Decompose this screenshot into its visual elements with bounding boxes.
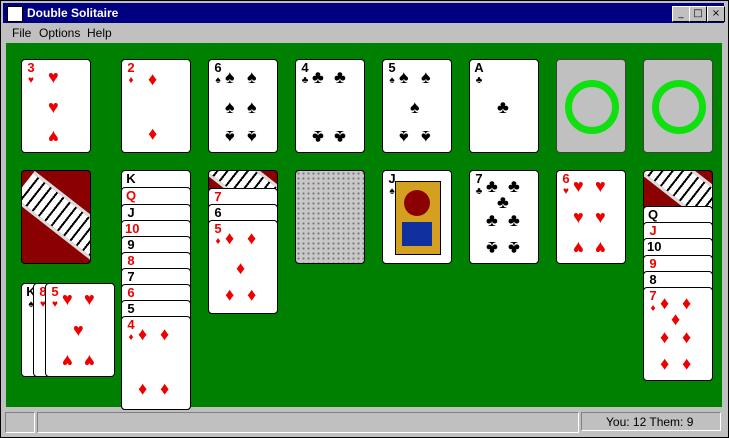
app-icon[interactable] xyxy=(7,6,23,22)
maximize-button[interactable]: □ xyxy=(689,6,707,22)
empty-tableau-slot[interactable] xyxy=(295,170,365,264)
stock-pile[interactable] xyxy=(21,170,91,264)
close-button[interactable]: × xyxy=(707,6,725,22)
menu-options[interactable]: Options xyxy=(39,26,80,40)
status-pane-2 xyxy=(37,412,579,433)
tableau-card[interactable]: J ♠ xyxy=(382,170,452,264)
minimize-button[interactable]: _ xyxy=(672,6,690,22)
menu-file[interactable]: File xyxy=(12,26,31,40)
hand-card[interactable]: 5 ♥ ♥ ♥ ♥ ♥ ♥ xyxy=(45,283,115,377)
window-title: Double Solitaire xyxy=(27,6,119,20)
foundation-card[interactable]: 6 ♠ ♠ ♠ ♠ ♠ ♠ ♠ xyxy=(208,59,278,153)
empty-foundation-slot[interactable] xyxy=(556,59,626,153)
menu-help[interactable]: Help xyxy=(87,26,112,40)
tableau-card[interactable]: 7 ♦ ♦ ♦ ♦ ♦ ♦ ♦ ♦ xyxy=(643,287,713,381)
tableau-card[interactable]: 6 ♥ ♥ ♥ ♥ ♥ ♥ ♥ xyxy=(556,170,626,264)
score-display: You: 12 Them: 9 xyxy=(581,412,721,431)
foundation-card[interactable]: 3 ♥ ♥ ♥ ♥ xyxy=(21,59,91,153)
piano-pattern xyxy=(22,171,90,263)
tableau-card[interactable]: 4 ♦ ♦ ♦ ♦ ♦ xyxy=(121,316,191,410)
ring-icon xyxy=(652,80,706,134)
ring-icon xyxy=(565,80,619,134)
game-table: 3 ♥ ♥ ♥ ♥ 2 ♦ ♦ ♦ 6 ♠ ♠ ♠ ♠ ♠ ♠ ♠ 4 ♣ ♣ ♣ ♣ … xyxy=(6,43,722,410)
tableau-card[interactable]: 7 ♣ ♣ ♣ ♣ ♣ ♣ ♣ ♣ xyxy=(469,170,539,264)
status-pane-1 xyxy=(5,412,35,433)
tableau-card[interactable]: 5 ♦ ♦ ♦ ♦ ♦ ♦ xyxy=(208,220,278,314)
status-bar: You: 12 Them: 9 xyxy=(3,410,724,434)
menu-bar: File Options Help xyxy=(3,23,724,42)
empty-foundation-slot[interactable] xyxy=(643,59,713,153)
foundation-card[interactable]: 5 ♠ ♠ ♠ ♠ ♠ ♠ xyxy=(382,59,452,153)
title-bar[interactable]: Double Solitaire _ □ × xyxy=(3,3,725,23)
jack-portrait-icon xyxy=(395,181,441,255)
foundation-card[interactable]: 2 ♦ ♦ ♦ xyxy=(121,59,191,153)
foundation-card[interactable]: 4 ♣ ♣ ♣ ♣ ♣ xyxy=(295,59,365,153)
window: Double Solitaire _ □ × File Options Help… xyxy=(0,0,729,438)
foundation-card[interactable]: A ♣ ♣ xyxy=(469,59,539,153)
